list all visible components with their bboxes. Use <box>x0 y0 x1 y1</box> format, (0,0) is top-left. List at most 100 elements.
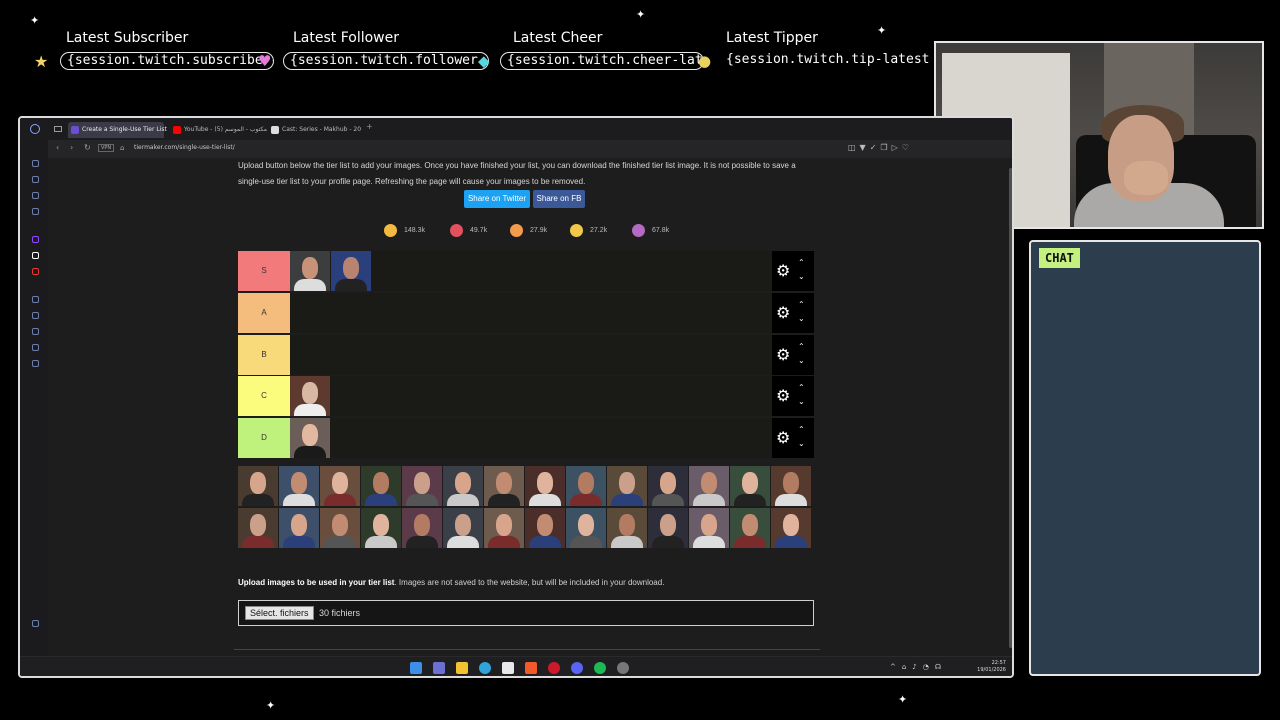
tier-image[interactable] <box>290 376 330 416</box>
pool-image[interactable] <box>279 508 319 548</box>
gear-icon[interactable]: ⚙ <box>776 305 790 321</box>
tab-cast[interactable]: Cast: Series - Makhub - 20 <box>268 122 364 138</box>
pool-image[interactable] <box>443 508 483 548</box>
tier-label[interactable]: D <box>238 418 290 458</box>
discord-icon[interactable] <box>571 662 583 674</box>
shield-icon[interactable] <box>32 268 39 275</box>
sidebar-icon[interactable] <box>32 192 39 199</box>
scrollbar-thumb[interactable] <box>1009 168 1012 648</box>
file-explorer-icon[interactable] <box>456 662 468 674</box>
scrollbar[interactable] <box>1008 158 1012 656</box>
brave-icon[interactable] <box>525 662 537 674</box>
chevron-up-icon[interactable]: ⌃ <box>798 426 805 434</box>
pool-image[interactable] <box>566 466 606 506</box>
back-icon[interactable]: ‹ <box>56 143 59 152</box>
pool-image[interactable] <box>238 508 278 548</box>
gear-icon[interactable]: ⚙ <box>776 388 790 404</box>
reload-icon[interactable]: ↻ <box>84 143 91 152</box>
pool-image[interactable] <box>361 466 401 506</box>
store-icon[interactable] <box>502 662 514 674</box>
sidebar-icon[interactable] <box>32 160 39 167</box>
reaction-poop[interactable]: 67.8k <box>632 224 669 238</box>
gear-icon[interactable]: ⚙ <box>776 430 790 446</box>
opera-icon[interactable] <box>548 662 560 674</box>
chevron-down-icon[interactable]: ⌄ <box>798 315 805 323</box>
tab-youtube[interactable]: YouTube - مكتوب - الموسم (5) <box>170 122 267 138</box>
sidebar-icon[interactable] <box>32 328 39 335</box>
tier-label[interactable]: A <box>238 293 290 333</box>
share-fb-button[interactable]: Share on FB <box>533 190 585 208</box>
extension-icons[interactable]: ◫▼✓❐▷♡ <box>848 143 913 152</box>
pool-image[interactable] <box>771 466 811 506</box>
pool-image[interactable] <box>525 508 565 548</box>
spotify-icon[interactable] <box>594 662 606 674</box>
tab-tiermaker[interactable]: Create a Single-Use Tier List <box>68 122 167 138</box>
pool-image[interactable] <box>402 508 442 548</box>
tier-image[interactable] <box>290 251 330 291</box>
sidebar-icon[interactable] <box>32 312 39 319</box>
sidebar-icon[interactable] <box>32 176 39 183</box>
reaction-praise[interactable]: 27.2k <box>570 224 607 238</box>
chevron-up-icon[interactable]: ⌃ <box>798 384 805 392</box>
pool-image[interactable] <box>689 466 729 506</box>
tab-list-icon[interactable] <box>54 126 62 132</box>
pool-image[interactable] <box>689 508 729 548</box>
chevron-down-icon[interactable]: ⌄ <box>798 357 805 365</box>
settings-icon[interactable] <box>32 620 39 627</box>
chevron-up-icon[interactable]: ⌃ <box>798 301 805 309</box>
teams-icon[interactable] <box>433 662 445 674</box>
file-input[interactable]: Sélect. fichiers 30 fichiers <box>238 600 814 626</box>
pool-image[interactable] <box>525 466 565 506</box>
chevron-up-icon[interactable]: ⌃ <box>798 343 805 351</box>
url-field[interactable]: tiermaker.com/single-use-tier-list/ <box>134 144 235 151</box>
clock[interactable]: 22:57 19/01/2026 <box>977 660 1006 674</box>
pool-image[interactable] <box>402 466 442 506</box>
gear-icon[interactable]: ⚙ <box>776 347 790 363</box>
windows-start-icon[interactable] <box>410 662 422 674</box>
sidebar-icon[interactable] <box>32 360 39 367</box>
choose-files-button[interactable]: Sélect. fichiers <box>245 606 314 620</box>
pool-image[interactable] <box>320 466 360 506</box>
x-icon[interactable] <box>32 252 39 259</box>
pool-image[interactable] <box>484 508 524 548</box>
tier-image[interactable] <box>331 251 371 291</box>
reaction-heart-eyes[interactable]: 49.7k <box>450 224 487 238</box>
pool-image[interactable] <box>238 466 278 506</box>
tier-label[interactable]: C <box>238 376 290 416</box>
edge-icon[interactable] <box>479 662 491 674</box>
pool-image[interactable] <box>320 508 360 548</box>
new-tab-icon[interactable]: + <box>366 122 373 131</box>
twitch-icon[interactable] <box>32 236 39 243</box>
pool-image[interactable] <box>730 508 770 548</box>
system-tray-icons[interactable]: ^⌂♪◔☊ <box>890 663 947 671</box>
share-twitter-button[interactable]: Share on Twitter <box>464 190 530 208</box>
tier-label[interactable]: S <box>238 251 290 291</box>
lock-icon[interactable]: ⌂ <box>120 144 124 152</box>
sidebar-icon[interactable] <box>32 344 39 351</box>
chevron-down-icon[interactable]: ⌄ <box>798 440 805 448</box>
chevron-down-icon[interactable]: ⌄ <box>798 273 805 281</box>
pool-image[interactable] <box>607 466 647 506</box>
sidebar-icon[interactable] <box>32 208 39 215</box>
tier-label[interactable]: B <box>238 335 290 375</box>
pool-image[interactable] <box>771 508 811 548</box>
pool-image[interactable] <box>566 508 606 548</box>
pool-image[interactable] <box>648 466 688 506</box>
gear-icon[interactable]: ⚙ <box>776 263 790 279</box>
pool-image[interactable] <box>648 508 688 548</box>
pool-image[interactable] <box>730 466 770 506</box>
pool-image[interactable] <box>484 466 524 506</box>
reaction-smile[interactable]: 148.3k <box>384 224 425 238</box>
pool-image[interactable] <box>443 466 483 506</box>
browser-logo-icon[interactable] <box>30 124 40 134</box>
chevron-down-icon[interactable]: ⌄ <box>798 398 805 406</box>
vpn-badge[interactable]: VPN <box>98 144 115 152</box>
pool-image[interactable] <box>279 466 319 506</box>
tier-image[interactable] <box>290 418 330 458</box>
pool-image[interactable] <box>607 508 647 548</box>
pool-image[interactable] <box>361 508 401 548</box>
sidebar-icon[interactable] <box>32 296 39 303</box>
forward-icon[interactable]: › <box>70 143 73 152</box>
chevron-up-icon[interactable]: ⌃ <box>798 259 805 267</box>
settings-app-icon[interactable] <box>617 662 629 674</box>
